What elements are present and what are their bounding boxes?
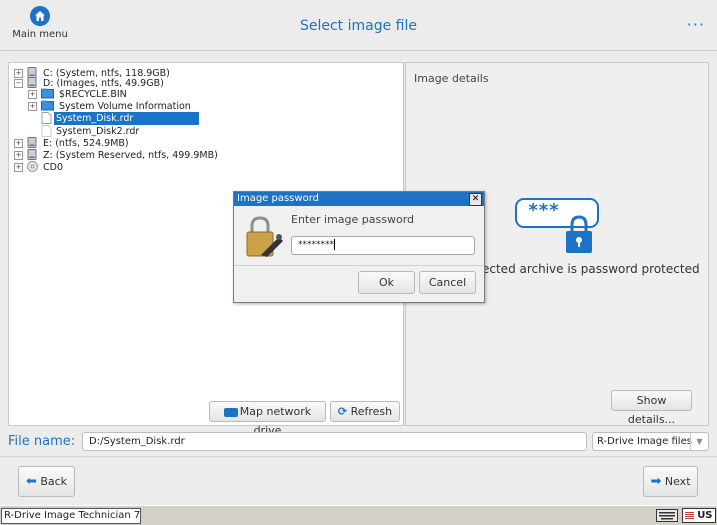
- arrow-right-icon: ➡: [650, 474, 662, 489]
- folder-icon: [41, 88, 54, 99]
- password-input[interactable]: ********: [291, 236, 475, 255]
- expand-toggle[interactable]: +: [28, 102, 37, 111]
- expand-toggle[interactable]: +: [14, 151, 23, 160]
- tree-item-cd0[interactable]: + CD0: [13, 161, 393, 174]
- expand-toggle[interactable]: +: [14, 139, 23, 148]
- network-drive-icon: [223, 407, 238, 417]
- ok-button[interactable]: Ok: [358, 271, 415, 294]
- us-flag-icon: [685, 511, 694, 519]
- folder-icon: [41, 100, 54, 111]
- refresh-icon: ⟳: [337, 405, 348, 418]
- password-lock-icon: ***: [514, 197, 600, 257]
- arrow-left-icon: ⬅: [25, 474, 37, 489]
- taskbar-app-button[interactable]: R-Drive Image Technician 7....: [1, 508, 141, 524]
- password-protected-message: ected archive is password protected: [482, 262, 700, 276]
- cancel-button[interactable]: Cancel: [419, 271, 476, 294]
- refresh-button[interactable]: ⟳ Refresh: [330, 401, 400, 422]
- language-indicator[interactable]: US: [682, 508, 716, 523]
- dialog-prompt: Enter image password: [291, 213, 415, 226]
- dialog-title-bar: Image password ✕: [234, 192, 484, 206]
- dialog-separator: [234, 265, 484, 266]
- image-password-dialog: Image password ✕ Enter image password **…: [233, 191, 485, 303]
- expand-toggle[interactable]: +: [14, 163, 23, 172]
- more-horizontal-icon[interactable]: ···: [687, 15, 705, 34]
- collapse-toggle[interactable]: −: [14, 79, 23, 88]
- hard-drive-icon: [27, 77, 39, 88]
- hard-drive-icon: [27, 149, 39, 160]
- file-icon: [41, 112, 53, 124]
- cd-drive-icon: [27, 161, 39, 172]
- footer-separator: [0, 456, 717, 457]
- file-type-select[interactable]: R-Drive Image files ▼: [592, 432, 709, 451]
- taskbar: R-Drive Image Technician 7.... US: [0, 505, 717, 525]
- show-details-button[interactable]: Show details...: [611, 390, 692, 426]
- dialog-title: Image password: [237, 193, 319, 204]
- masked-password-text: ***: [528, 200, 560, 221]
- tree-item-label: System_Disk.rdr: [54, 112, 199, 125]
- tree-item-system-disk-rdr[interactable]: System_Disk.rdr: [41, 112, 199, 125]
- file-name-input[interactable]: D:/System_Disk.rdr: [82, 432, 587, 451]
- keyboard-icon[interactable]: [656, 509, 678, 522]
- expand-toggle[interactable]: +: [28, 90, 37, 99]
- back-button[interactable]: ⬅ Back: [18, 466, 75, 497]
- file-type-value: R-Drive Image files: [597, 436, 692, 447]
- tree-item-label: CD0: [43, 162, 63, 173]
- chevron-down-icon[interactable]: ▼: [690, 433, 708, 450]
- close-icon[interactable]: ✕: [469, 193, 482, 206]
- header-bar: Main menu Select image file ···: [0, 0, 717, 51]
- padlock-key-icon: [245, 215, 285, 259]
- details-title: Image details: [414, 72, 489, 85]
- map-network-drive-button[interactable]: Map network drive: [209, 401, 326, 437]
- file-name-label: File name:: [8, 434, 76, 449]
- hard-drive-icon: [27, 137, 39, 148]
- page-title: Select image file: [299, 18, 418, 34]
- file-icon: [41, 125, 53, 137]
- next-button[interactable]: ➡ Next: [643, 466, 698, 497]
